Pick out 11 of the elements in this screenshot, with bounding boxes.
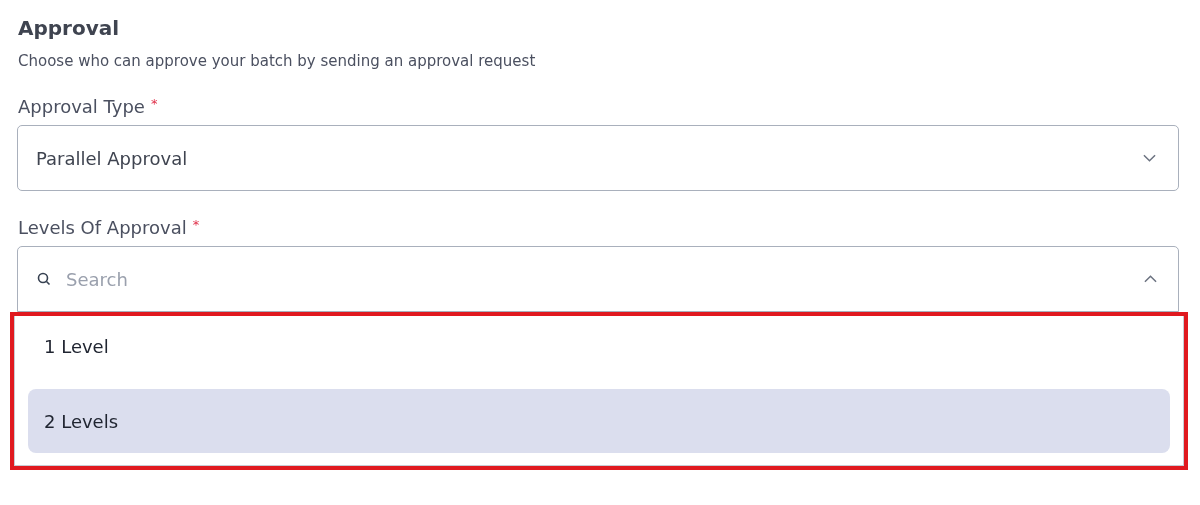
section-title: Approval — [18, 16, 121, 42]
required-marker-icon: * — [192, 217, 200, 232]
dropdown-option[interactable]: 1 Level — [28, 336, 1170, 374]
search-icon — [37, 272, 51, 286]
required-marker-icon: * — [150, 96, 158, 111]
select-field[interactable]: Parallel Approval — [17, 125, 1179, 191]
field-label: Levels Of Approval — [18, 217, 187, 238]
section-description: Choose who can approve your batch by sending an approval request — [18, 52, 537, 70]
field-label: Approval Type — [18, 96, 145, 117]
dropdown-option[interactable]: 2 Levels — [28, 389, 1170, 453]
search-field[interactable]: Search — [17, 246, 1179, 312]
